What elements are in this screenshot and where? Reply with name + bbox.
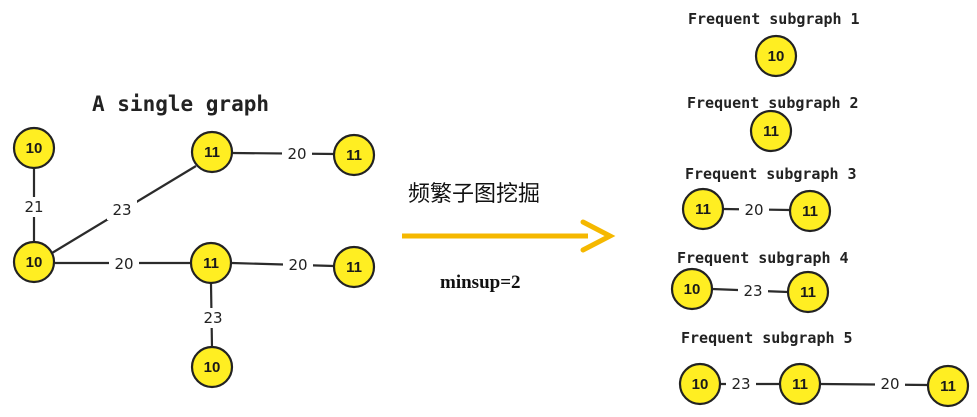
graph-node-label: 11 — [203, 255, 219, 272]
subgraph-edge-label: 20 — [880, 375, 899, 393]
frequent-subgraph-5: Frequent subgraph 5 23 20 10 11 11 — [678, 329, 970, 408]
subgraph-node-label: 11 — [800, 284, 816, 301]
frequent-subgraph-4: Frequent subgraph 4 23 10 11 — [670, 249, 849, 314]
graph-node: 10 — [12, 240, 56, 284]
subgraph-node-label: 11 — [763, 123, 779, 140]
subgraph-node-label: 11 — [792, 376, 808, 393]
single-graph: A single graph 21 23 20 20 20 23 10 10 1… — [12, 92, 376, 389]
subgraph-node-label: 11 — [940, 378, 956, 395]
edge-label-e-g: 23 — [203, 309, 222, 327]
graph-node: 11 — [190, 130, 234, 174]
graph-node: 10 — [12, 126, 56, 170]
subgraph-title: Frequent subgraph 5 — [681, 329, 853, 347]
graph-node: 11 — [332, 133, 376, 177]
frequent-subgraph-1: Frequent subgraph 1 10 — [688, 10, 860, 78]
subgraph-edge-label: 23 — [743, 282, 762, 300]
edge-label-c-d: 20 — [287, 145, 306, 163]
graph-node-label: 10 — [26, 254, 43, 271]
subgraph-node-label: 10 — [684, 281, 701, 298]
single-graph-title: A single graph — [92, 92, 269, 116]
graph-node-label: 10 — [204, 359, 221, 376]
subgraph-edge-label: 20 — [744, 201, 763, 219]
graph-node: 11 — [189, 241, 233, 285]
diagram-canvas: A single graph 21 23 20 20 20 23 10 10 1… — [12, 10, 970, 408]
edge-label-a-b: 21 — [24, 198, 43, 216]
subgraph-node-label: 11 — [695, 201, 711, 218]
graph-node: 10 — [190, 345, 234, 389]
graph-node-label: 10 — [26, 140, 43, 157]
edge-label-b-e: 20 — [114, 255, 133, 273]
mining-label: 频繁子图挖掘 — [408, 182, 540, 207]
subgraph-title: Frequent subgraph 2 — [687, 94, 859, 112]
graph-node-label: 11 — [346, 259, 362, 276]
frequent-subgraphs: Frequent subgraph 1 10 Frequent subgraph… — [670, 10, 970, 408]
graph-node: 11 — [332, 245, 376, 289]
edge-label-b-c: 23 — [112, 201, 131, 219]
graph-node-label: 11 — [346, 147, 362, 164]
subgraph-title: Frequent subgraph 1 — [688, 10, 860, 28]
subgraph-node-label: 11 — [802, 203, 818, 220]
edge-label-e-f: 20 — [288, 256, 307, 274]
frequent-subgraph-3: Frequent subgraph 3 20 11 11 — [681, 165, 857, 233]
frequent-subgraph-2: Frequent subgraph 2 11 — [687, 94, 859, 153]
subgraph-edge-label: 23 — [731, 375, 750, 393]
graph-node-label: 11 — [204, 144, 220, 161]
minsup-label: minsup=2 — [440, 272, 521, 293]
subgraph-title: Frequent subgraph 4 — [677, 249, 849, 267]
subgraph-node-label: 10 — [768, 48, 785, 65]
mining-arrow-group: 频繁子图挖掘 minsup=2 — [402, 182, 616, 293]
subgraph-edge — [819, 382, 929, 387]
subgraph-title: Frequent subgraph 3 — [685, 165, 857, 183]
subgraph-node-label: 10 — [692, 376, 709, 393]
